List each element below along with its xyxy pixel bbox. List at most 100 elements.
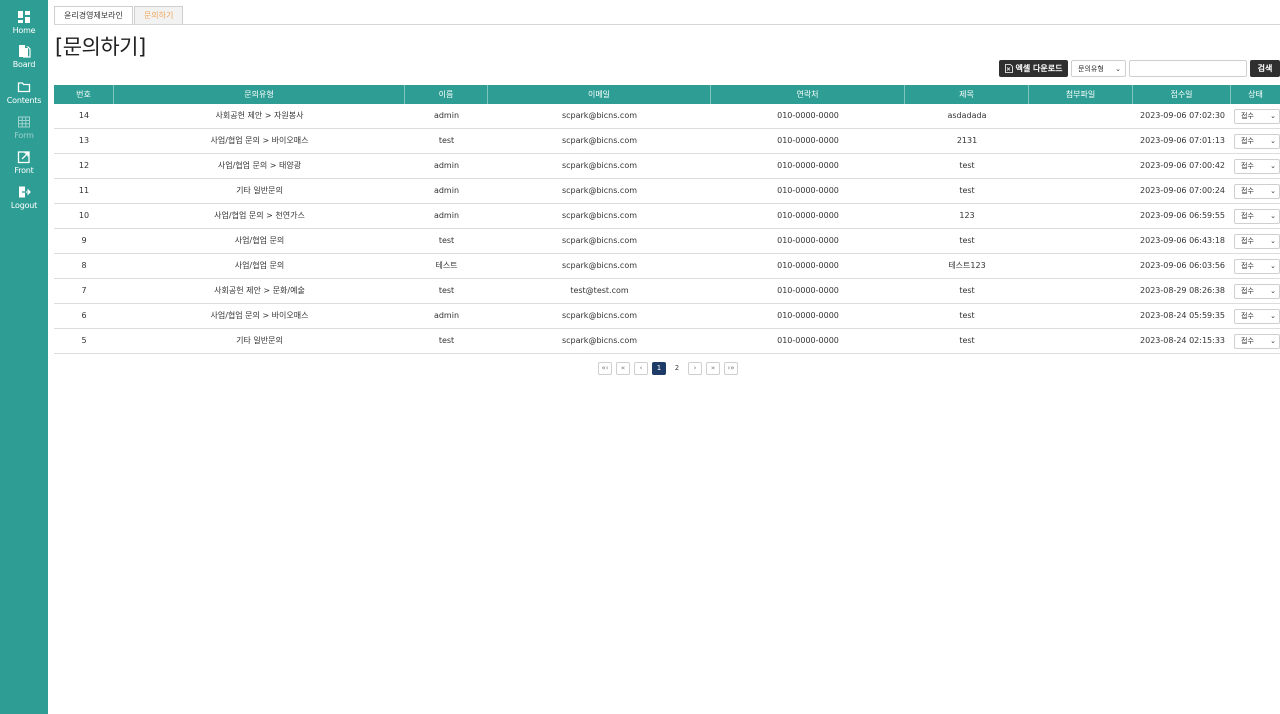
cell-attachment <box>1029 229 1133 253</box>
header-number[interactable]: 번호 <box>54 85 114 104</box>
cell-type: 사업/협업 문의 > 바이오매스 <box>210 136 309 145</box>
status-select[interactable]: 접수 ⌄ <box>1234 333 1280 349</box>
status-value: 접수 <box>1241 312 1254 320</box>
cell-number: 9 <box>81 236 87 245</box>
cell-status: 접수 ⌄ <box>1231 254 1280 278</box>
status-value: 접수 <box>1241 337 1254 345</box>
table-row[interactable]: 7 사회공헌 제안 > 문화/예술 test test@test.com 010… <box>54 279 1280 304</box>
tab-inquiry[interactable]: 문의하기 <box>133 6 184 25</box>
sidebar-item-home[interactable]: Home <box>0 10 48 44</box>
excel-download-label: 엑셀 다운로드 <box>1015 64 1063 73</box>
table-row[interactable]: 9 사업/협업 문의 test scpark@bicns.com 010-000… <box>54 229 1280 254</box>
next-page-button[interactable]: › <box>688 361 702 375</box>
cell-email: test@test.com <box>570 286 629 295</box>
cell-status: 접수 ⌄ <box>1231 154 1280 178</box>
cell-attachment <box>1029 129 1133 153</box>
page-2-button[interactable]: 2 <box>670 361 684 375</box>
cell-date: 2023-09-06 07:00:42 <box>1140 161 1225 170</box>
sidebar-item-form[interactable]: Form <box>0 115 48 149</box>
cell-name: admin <box>433 311 460 320</box>
header-email[interactable]: 이메일 <box>488 85 711 104</box>
status-select[interactable]: 접수 ⌄ <box>1234 108 1280 124</box>
next-group-button[interactable]: » <box>706 361 720 375</box>
inquiry-type-value: 문의유형 <box>1078 64 1104 73</box>
documents-icon <box>19 45 31 58</box>
cell-attachment <box>1029 154 1133 178</box>
chevron-down-icon: ⌄ <box>1270 287 1276 295</box>
table-row[interactable]: 6 사업/협업 문의 > 바이오매스 admin scpark@bicns.co… <box>54 304 1280 329</box>
status-select[interactable]: 접수 ⌄ <box>1234 158 1280 174</box>
cell-title[interactable]: 2131 <box>905 129 1029 153</box>
inquiry-table: 번호 문의유형 이름 이메일 연락처 제목 첨부파일 접수일 상태 14 사회공… <box>54 85 1280 354</box>
header-name[interactable]: 이름 <box>405 85 488 104</box>
cell-status: 접수 ⌄ <box>1231 304 1280 328</box>
cell-number: 10 <box>78 211 90 220</box>
sidebar-item-contents[interactable]: Contents <box>0 80 48 114</box>
cell-title[interactable]: 테스트123 <box>905 254 1029 278</box>
excel-download-button[interactable]: 엑셀 다운로드 <box>999 60 1068 77</box>
status-select[interactable]: 접수 ⌄ <box>1234 283 1280 299</box>
tab-ethics-report[interactable]: 윤리경영제보라인 <box>54 6 133 25</box>
tab-divider <box>54 24 1280 25</box>
cell-email: scpark@bicns.com <box>561 136 638 145</box>
sidebar-item-board[interactable]: Board <box>0 44 48 78</box>
status-select[interactable]: 접수 ⌄ <box>1234 183 1280 199</box>
page-title: [문의하기] <box>55 35 146 59</box>
table-row[interactable]: 13 사업/협업 문의 > 바이오매스 test scpark@bicns.co… <box>54 129 1280 154</box>
tab-bar: 윤리경영제보라인 문의하기 <box>54 6 184 25</box>
cell-title[interactable]: test <box>905 304 1029 328</box>
last-page-button[interactable]: ›» <box>724 361 738 375</box>
cell-title[interactable]: test <box>905 279 1029 303</box>
cell-attachment <box>1029 279 1133 303</box>
cell-title[interactable]: test <box>905 229 1029 253</box>
search-button[interactable]: 검색 <box>1250 60 1280 77</box>
table-row[interactable]: 12 사업/협업 문의 > 태양광 admin scpark@bicns.com… <box>54 154 1280 179</box>
cell-status: 접수 ⌄ <box>1231 229 1280 253</box>
first-page-button[interactable]: «‹ <box>598 361 612 375</box>
cell-type: 사회공헌 제안 > 자원봉사 <box>215 111 304 120</box>
cell-name: admin <box>433 211 460 220</box>
cell-name: test <box>438 286 455 295</box>
cell-name: admin <box>433 111 460 120</box>
status-select[interactable]: 접수 ⌄ <box>1234 308 1280 324</box>
cell-phone: 010-0000-0000 <box>777 311 839 320</box>
status-value: 접수 <box>1241 162 1254 170</box>
status-select[interactable]: 접수 ⌄ <box>1234 208 1280 224</box>
status-value: 접수 <box>1241 112 1254 120</box>
header-type[interactable]: 문의유형 <box>114 85 405 104</box>
pagination: «‹ « ‹ 1 2 › » ›» <box>598 361 742 375</box>
cell-attachment <box>1029 329 1133 353</box>
cell-title[interactable]: test <box>905 329 1029 353</box>
status-select[interactable]: 접수 ⌄ <box>1234 133 1280 149</box>
cell-type: 사업/협업 문의 > 태양광 <box>217 161 302 170</box>
cell-attachment <box>1029 104 1133 128</box>
table-row[interactable]: 14 사회공헌 제안 > 자원봉사 admin scpark@bicns.com… <box>54 104 1280 129</box>
cell-title[interactable]: 123 <box>905 204 1029 228</box>
cell-email: scpark@bicns.com <box>561 311 638 320</box>
table-row[interactable]: 5 기타 일반문의 test scpark@bicns.com 010-0000… <box>54 329 1280 354</box>
cell-date: 2023-08-24 05:59:35 <box>1140 311 1225 320</box>
prev-group-button[interactable]: « <box>616 361 630 375</box>
sidebar-item-label: Front <box>14 166 34 175</box>
table-row[interactable]: 10 사업/협업 문의 > 천연가스 admin scpark@bicns.co… <box>54 204 1280 229</box>
cell-number: 7 <box>81 286 87 295</box>
status-select[interactable]: 접수 ⌄ <box>1234 233 1280 249</box>
page-1-button[interactable]: 1 <box>652 361 666 375</box>
table-row[interactable]: 8 사업/협업 문의 테스트 scpark@bicns.com 010-0000… <box>54 254 1280 279</box>
inquiry-type-select[interactable]: 문의유형 ⌄ <box>1071 60 1126 77</box>
search-input[interactable] <box>1129 60 1247 77</box>
sidebar-item-front[interactable]: Front <box>0 150 48 184</box>
cell-title[interactable]: test <box>905 154 1029 178</box>
table-row[interactable]: 11 기타 일반문의 admin scpark@bicns.com 010-00… <box>54 179 1280 204</box>
header-title[interactable]: 제목 <box>905 85 1029 104</box>
header-status[interactable]: 상태 <box>1231 85 1280 104</box>
header-phone[interactable]: 연락처 <box>711 85 905 104</box>
status-select[interactable]: 접수 ⌄ <box>1234 258 1280 274</box>
header-attachment[interactable]: 첨부파일 <box>1029 85 1133 104</box>
cell-title[interactable]: asdadada <box>905 104 1029 128</box>
sidebar-item-logout[interactable]: Logout <box>0 185 48 219</box>
cell-title[interactable]: test <box>905 179 1029 203</box>
prev-page-button[interactable]: ‹ <box>634 361 648 375</box>
header-date[interactable]: 접수일 <box>1133 85 1231 104</box>
chevron-down-icon: ⌄ <box>1270 112 1276 120</box>
